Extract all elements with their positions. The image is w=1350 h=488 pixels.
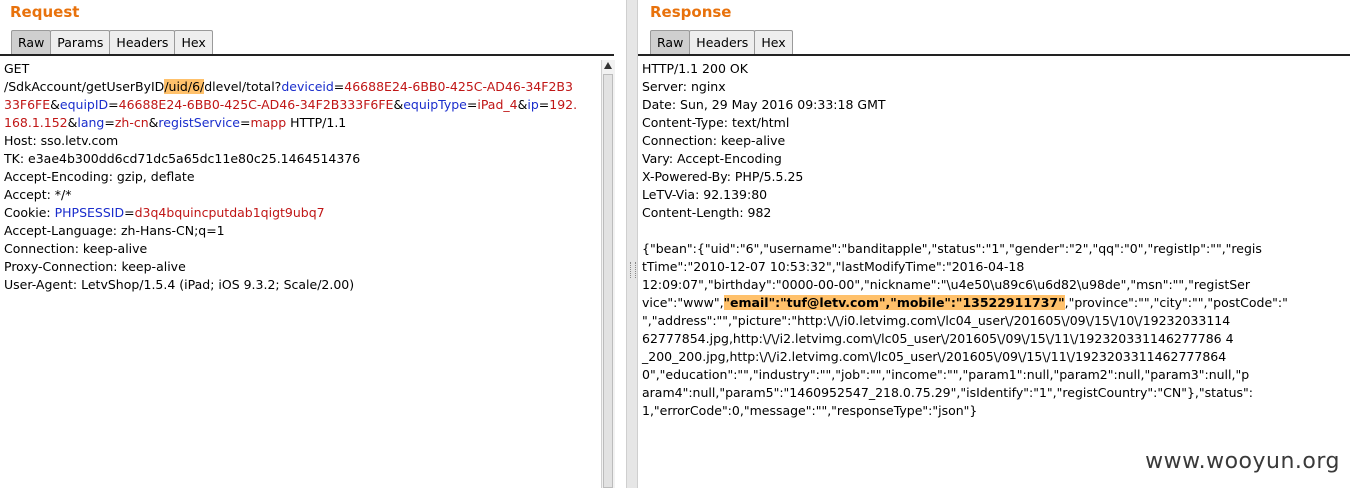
- uid-highlight: /uid/6/: [164, 79, 205, 94]
- response-body-line: 0","education":"","industry":"","job":""…: [642, 367, 1250, 382]
- request-line: /SdkAccount/getUserByID/uid/6/dlevel/tot…: [4, 79, 573, 94]
- response-header-line: Date: Sun, 29 May 2016 09:33:18 GMT: [642, 97, 886, 112]
- request-tab-divider: [0, 54, 614, 56]
- response-body-line: 1,"errorCode":0,"message":"","responseTy…: [642, 403, 978, 418]
- request-header-tk: TK: e3ae4b300dd6cd71dc5a65dc11e80c25.146…: [4, 151, 361, 166]
- response-header-line: Server: nginx: [642, 79, 726, 94]
- request-raw-text[interactable]: GET /SdkAccount/getUserByID/uid/6/dlevel…: [4, 60, 577, 294]
- request-tab-headers[interactable]: Headers: [109, 30, 176, 54]
- panel-splitter[interactable]: [626, 0, 638, 488]
- request-header-cookie: Cookie: PHPSESSID=d3q4bquincputdab1qigt9…: [4, 205, 325, 220]
- request-header-user-agent: User-Agent: LetvShop/1.5.4 (iPad; iOS 9.…: [4, 277, 355, 292]
- response-tab-headers[interactable]: Headers: [689, 30, 756, 54]
- request-header-proxy-connection: Proxy-Connection: keep-alive: [4, 259, 186, 274]
- response-tab-raw[interactable]: Raw: [650, 30, 691, 54]
- request-header-accept-encoding: Accept-Encoding: gzip, deflate: [4, 169, 195, 184]
- request-scroll-thumb[interactable]: [603, 74, 613, 488]
- request-tabs: Raw Params Headers Hex: [11, 30, 213, 55]
- request-tab-params[interactable]: Params: [50, 30, 111, 54]
- request-header-accept: Accept: */*: [4, 187, 72, 202]
- response-header-line: Connection: keep-alive: [642, 133, 786, 148]
- request-tab-raw[interactable]: Raw: [11, 30, 52, 54]
- request-header-connection: Connection: keep-alive: [4, 241, 148, 256]
- request-tab-hex[interactable]: Hex: [174, 30, 213, 54]
- response-title: Response: [650, 3, 732, 21]
- request-header-host: Host: sso.letv.com: [4, 133, 119, 148]
- watermark: www.wooyun.org: [1145, 449, 1340, 474]
- email-mobile-highlight: "email":"tuf@letv.com","mobile":"1352291…: [723, 295, 1065, 310]
- response-panel: Response Raw Headers Hex HTTP/1.1 200 OK…: [638, 0, 1350, 488]
- request-scrollbar[interactable]: [601, 60, 615, 488]
- response-tab-divider: [638, 54, 1350, 56]
- response-tabs: Raw Headers Hex: [650, 30, 793, 55]
- response-body-line: _200_200.jpg,http:\/\/i2.letvimg.com\/lc…: [642, 349, 1227, 364]
- request-panel: Request Raw Params Headers Hex GET /SdkA…: [0, 0, 626, 488]
- response-header-line: Content-Length: 982: [642, 205, 772, 220]
- response-header-line: LeTV-Via: 92.139:80: [642, 187, 768, 202]
- response-body-line: tTime":"2010-12-07 10:53:32","lastModify…: [642, 259, 1025, 274]
- response-raw-text[interactable]: HTTP/1.1 200 OK Server: nginx Date: Sun,…: [642, 60, 1288, 420]
- scroll-up-arrow-icon[interactable]: [604, 62, 612, 69]
- request-title: Request: [10, 3, 80, 21]
- response-body-line: vice":"www","email":"tuf@letv.com","mobi…: [642, 295, 1288, 310]
- response-body-line: 62777854.jpg,http:\/\/i2.letvimg.com\/lc…: [642, 331, 1234, 346]
- response-body-line: {"bean":{"uid":"6","username":"banditapp…: [642, 241, 1262, 256]
- response-header-line: Vary: Accept-Encoding: [642, 151, 782, 166]
- response-header-line: X-Powered-By: PHP/5.5.25: [642, 169, 804, 184]
- response-body-line: aram4":null,"param5":"1460952547_218.0.7…: [642, 385, 1254, 400]
- request-header-accept-language: Accept-Language: zh-Hans-CN;q=1: [4, 223, 225, 238]
- request-line: 33F6FE&equipID=46688E24-6BB0-425C-AD46-3…: [4, 97, 578, 112]
- response-body-line: 12:09:07","birthday":"0000-00-00","nickn…: [642, 277, 1251, 292]
- response-header-line: HTTP/1.1 200 OK: [642, 61, 748, 76]
- request-line: GET: [4, 61, 30, 76]
- splitter-grip-icon[interactable]: [630, 262, 636, 278]
- response-body-line: ","address":"","picture":"http:\/\/i0.le…: [642, 313, 1231, 328]
- request-line: 168.1.152&lang=zh-cn&registService=mapp …: [4, 115, 347, 130]
- response-tab-hex[interactable]: Hex: [754, 30, 793, 54]
- response-header-line: Content-Type: text/html: [642, 115, 790, 130]
